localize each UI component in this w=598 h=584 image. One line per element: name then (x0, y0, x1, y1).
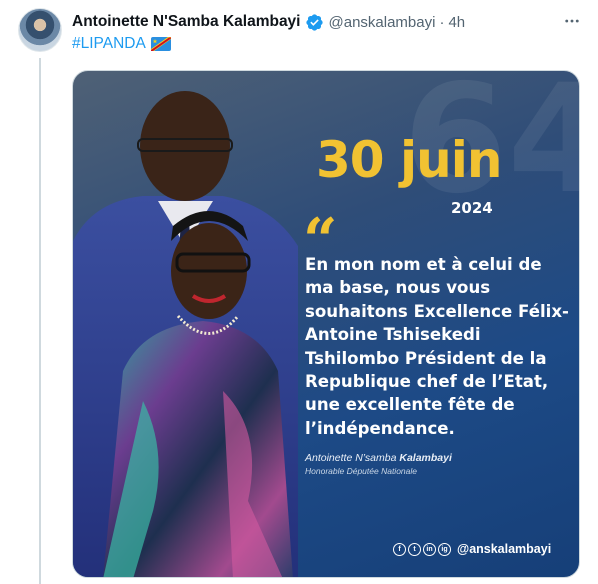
verified-badge-icon (305, 13, 324, 32)
facebook-icon: f (393, 542, 406, 556)
avatar[interactable] (18, 8, 62, 52)
separator-dot: · (439, 13, 445, 31)
twitter-icon: t (408, 542, 421, 556)
poster-date: 30 juin (316, 131, 502, 189)
drc-flag-icon (150, 37, 171, 51)
post-image[interactable]: 64+ 30 juin 2024 “ En mon nom et à celui… (72, 70, 580, 578)
instagram-icon: ig (438, 542, 451, 556)
hashtag-link[interactable]: #LIPANDA (72, 35, 146, 53)
poster-handle: @anskalambayi (457, 542, 552, 556)
timestamp[interactable]: 4h (448, 14, 465, 31)
poster-message: En mon nom et à celui de ma base, nous v… (305, 255, 569, 438)
signature-name: Antoinette N’samba Kalambayi (305, 452, 452, 464)
signature-title: Honorable Députée Nationale (305, 466, 417, 476)
tweet-header: Antoinette N'Samba Kalambayi @anskalamba… (72, 11, 586, 33)
tweet-text: #LIPANDA (72, 35, 171, 53)
more-options-icon[interactable] (562, 11, 582, 31)
user-handle[interactable]: @anskalambayi (329, 14, 436, 31)
social-footer: f t in ig @anskalambayi (393, 542, 551, 556)
signature-last: Kalambayi (399, 452, 452, 464)
signature-first: Antoinette N’samba (305, 452, 400, 464)
thread-line (39, 58, 41, 584)
linkedin-icon: in (423, 542, 436, 556)
display-name[interactable]: Antoinette N'Samba Kalambayi (72, 13, 301, 31)
poster-year: 2024 (451, 199, 493, 217)
